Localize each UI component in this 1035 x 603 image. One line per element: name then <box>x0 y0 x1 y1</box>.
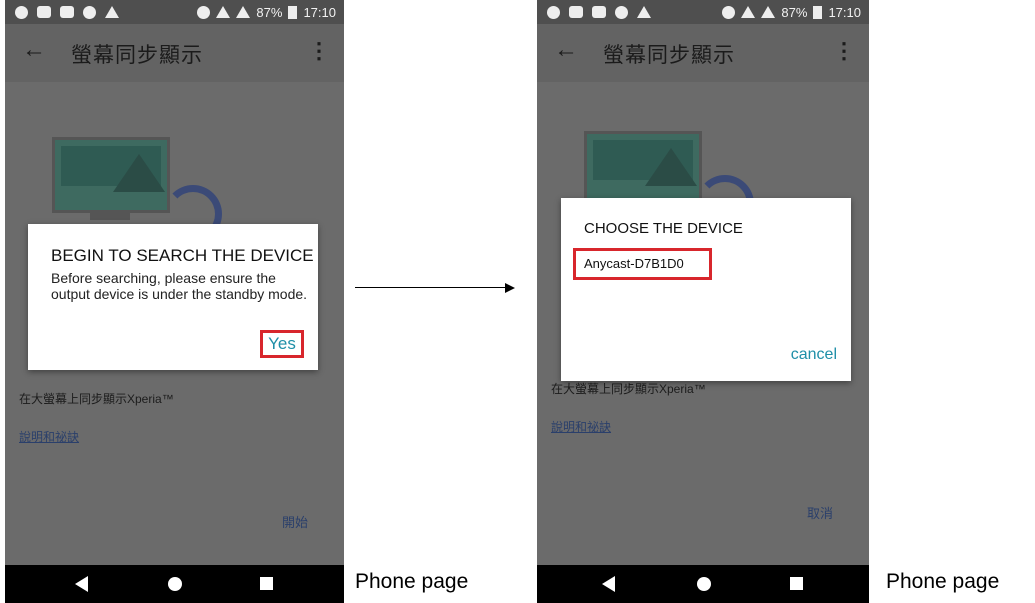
help-link[interactable]: 說明和祕訣 <box>19 428 79 445</box>
chat-icon <box>615 5 628 19</box>
battery-icon <box>813 5 823 19</box>
news-icon <box>569 6 583 18</box>
status-time: 17:10 <box>303 4 336 20</box>
status-time: 17:10 <box>828 4 861 20</box>
app-bar: ← 螢幕同步顯示 ⋮ <box>537 24 869 82</box>
notify-icon <box>105 6 119 18</box>
chat-icon <box>83 5 96 19</box>
app-title: 螢幕同步顯示 <box>603 44 735 67</box>
nav-bar <box>5 565 344 603</box>
phone-page-caption: Phone page <box>355 570 469 593</box>
nav-home-icon[interactable] <box>168 577 182 591</box>
help-link[interactable]: 說明和祕訣 <box>551 418 611 435</box>
dialog-title: BEGIN TO SEARCH THE DEVICE <box>51 246 314 265</box>
wifi-icon <box>741 6 756 18</box>
screen-mirroring-illustration <box>52 137 222 243</box>
dialog-message: Before searching, please ensure the outp… <box>51 270 308 302</box>
alarm-icon <box>722 5 736 19</box>
search-device-dialog: BEGIN TO SEARCH THE DEVICE Before search… <box>28 224 318 370</box>
cancel-cn-button[interactable]: 取消 <box>807 503 833 522</box>
back-arrow-icon[interactable]: ← <box>22 36 46 64</box>
nav-back-icon[interactable] <box>75 576 88 592</box>
line-icon <box>547 5 560 19</box>
app-bar: ← 螢幕同步顯示 ⋮ <box>5 24 344 82</box>
phone-screen-choose: 87% 17:10 ← 螢幕同步顯示 ⋮ 在大螢幕上同步顯示Xperia™ 說明… <box>537 0 869 603</box>
yes-button[interactable]: Yes <box>260 330 304 358</box>
more-options-icon[interactable]: ⋮ <box>833 38 855 64</box>
alarm-icon <box>197 5 211 19</box>
signal-icon <box>236 6 251 18</box>
choose-device-dialog: CHOOSE THE DEVICE Anycast-D7B1D0 cancel <box>561 198 851 381</box>
back-arrow-icon[interactable]: ← <box>554 36 578 64</box>
notify-icon <box>637 6 651 18</box>
page-description: 在大螢幕上同步顯示Xperia™ <box>19 392 174 406</box>
phone-screen-search: 87% 17:10 ← 螢幕同步顯示 ⋮ 在大螢幕上同步顯示Xperia™ 說明… <box>5 0 344 603</box>
flow-arrow-line <box>355 287 509 288</box>
phone-page-caption: Phone page <box>886 570 1000 593</box>
battery-percent: 87% <box>781 4 808 20</box>
battery-percent: 87% <box>256 4 283 20</box>
battery-icon <box>288 5 298 19</box>
mail-icon <box>60 6 74 18</box>
line-icon <box>15 5 28 19</box>
tv-icon <box>52 137 170 213</box>
tv-icon <box>584 131 702 207</box>
status-bar: 87% 17:10 <box>5 0 344 24</box>
news-icon <box>37 6 51 18</box>
dialog-title: CHOOSE THE DEVICE <box>584 220 743 237</box>
nav-bar <box>537 565 869 603</box>
nav-recent-icon[interactable] <box>260 577 273 590</box>
mail-icon <box>592 6 606 18</box>
nav-home-icon[interactable] <box>697 577 711 591</box>
device-list-item[interactable]: Anycast-D7B1D0 <box>573 248 712 280</box>
nav-recent-icon[interactable] <box>790 577 803 590</box>
start-button[interactable]: 開始 <box>282 512 308 531</box>
cancel-button[interactable]: cancel <box>791 346 837 364</box>
app-title: 螢幕同步顯示 <box>71 44 203 67</box>
more-options-icon[interactable]: ⋮ <box>308 38 330 64</box>
signal-icon <box>761 6 776 18</box>
page-description: 在大螢幕上同步顯示Xperia™ <box>551 382 706 396</box>
flow-arrow-icon <box>505 283 515 293</box>
status-bar: 87% 17:10 <box>537 0 869 24</box>
nav-back-icon[interactable] <box>602 576 615 592</box>
wifi-icon <box>216 6 231 18</box>
